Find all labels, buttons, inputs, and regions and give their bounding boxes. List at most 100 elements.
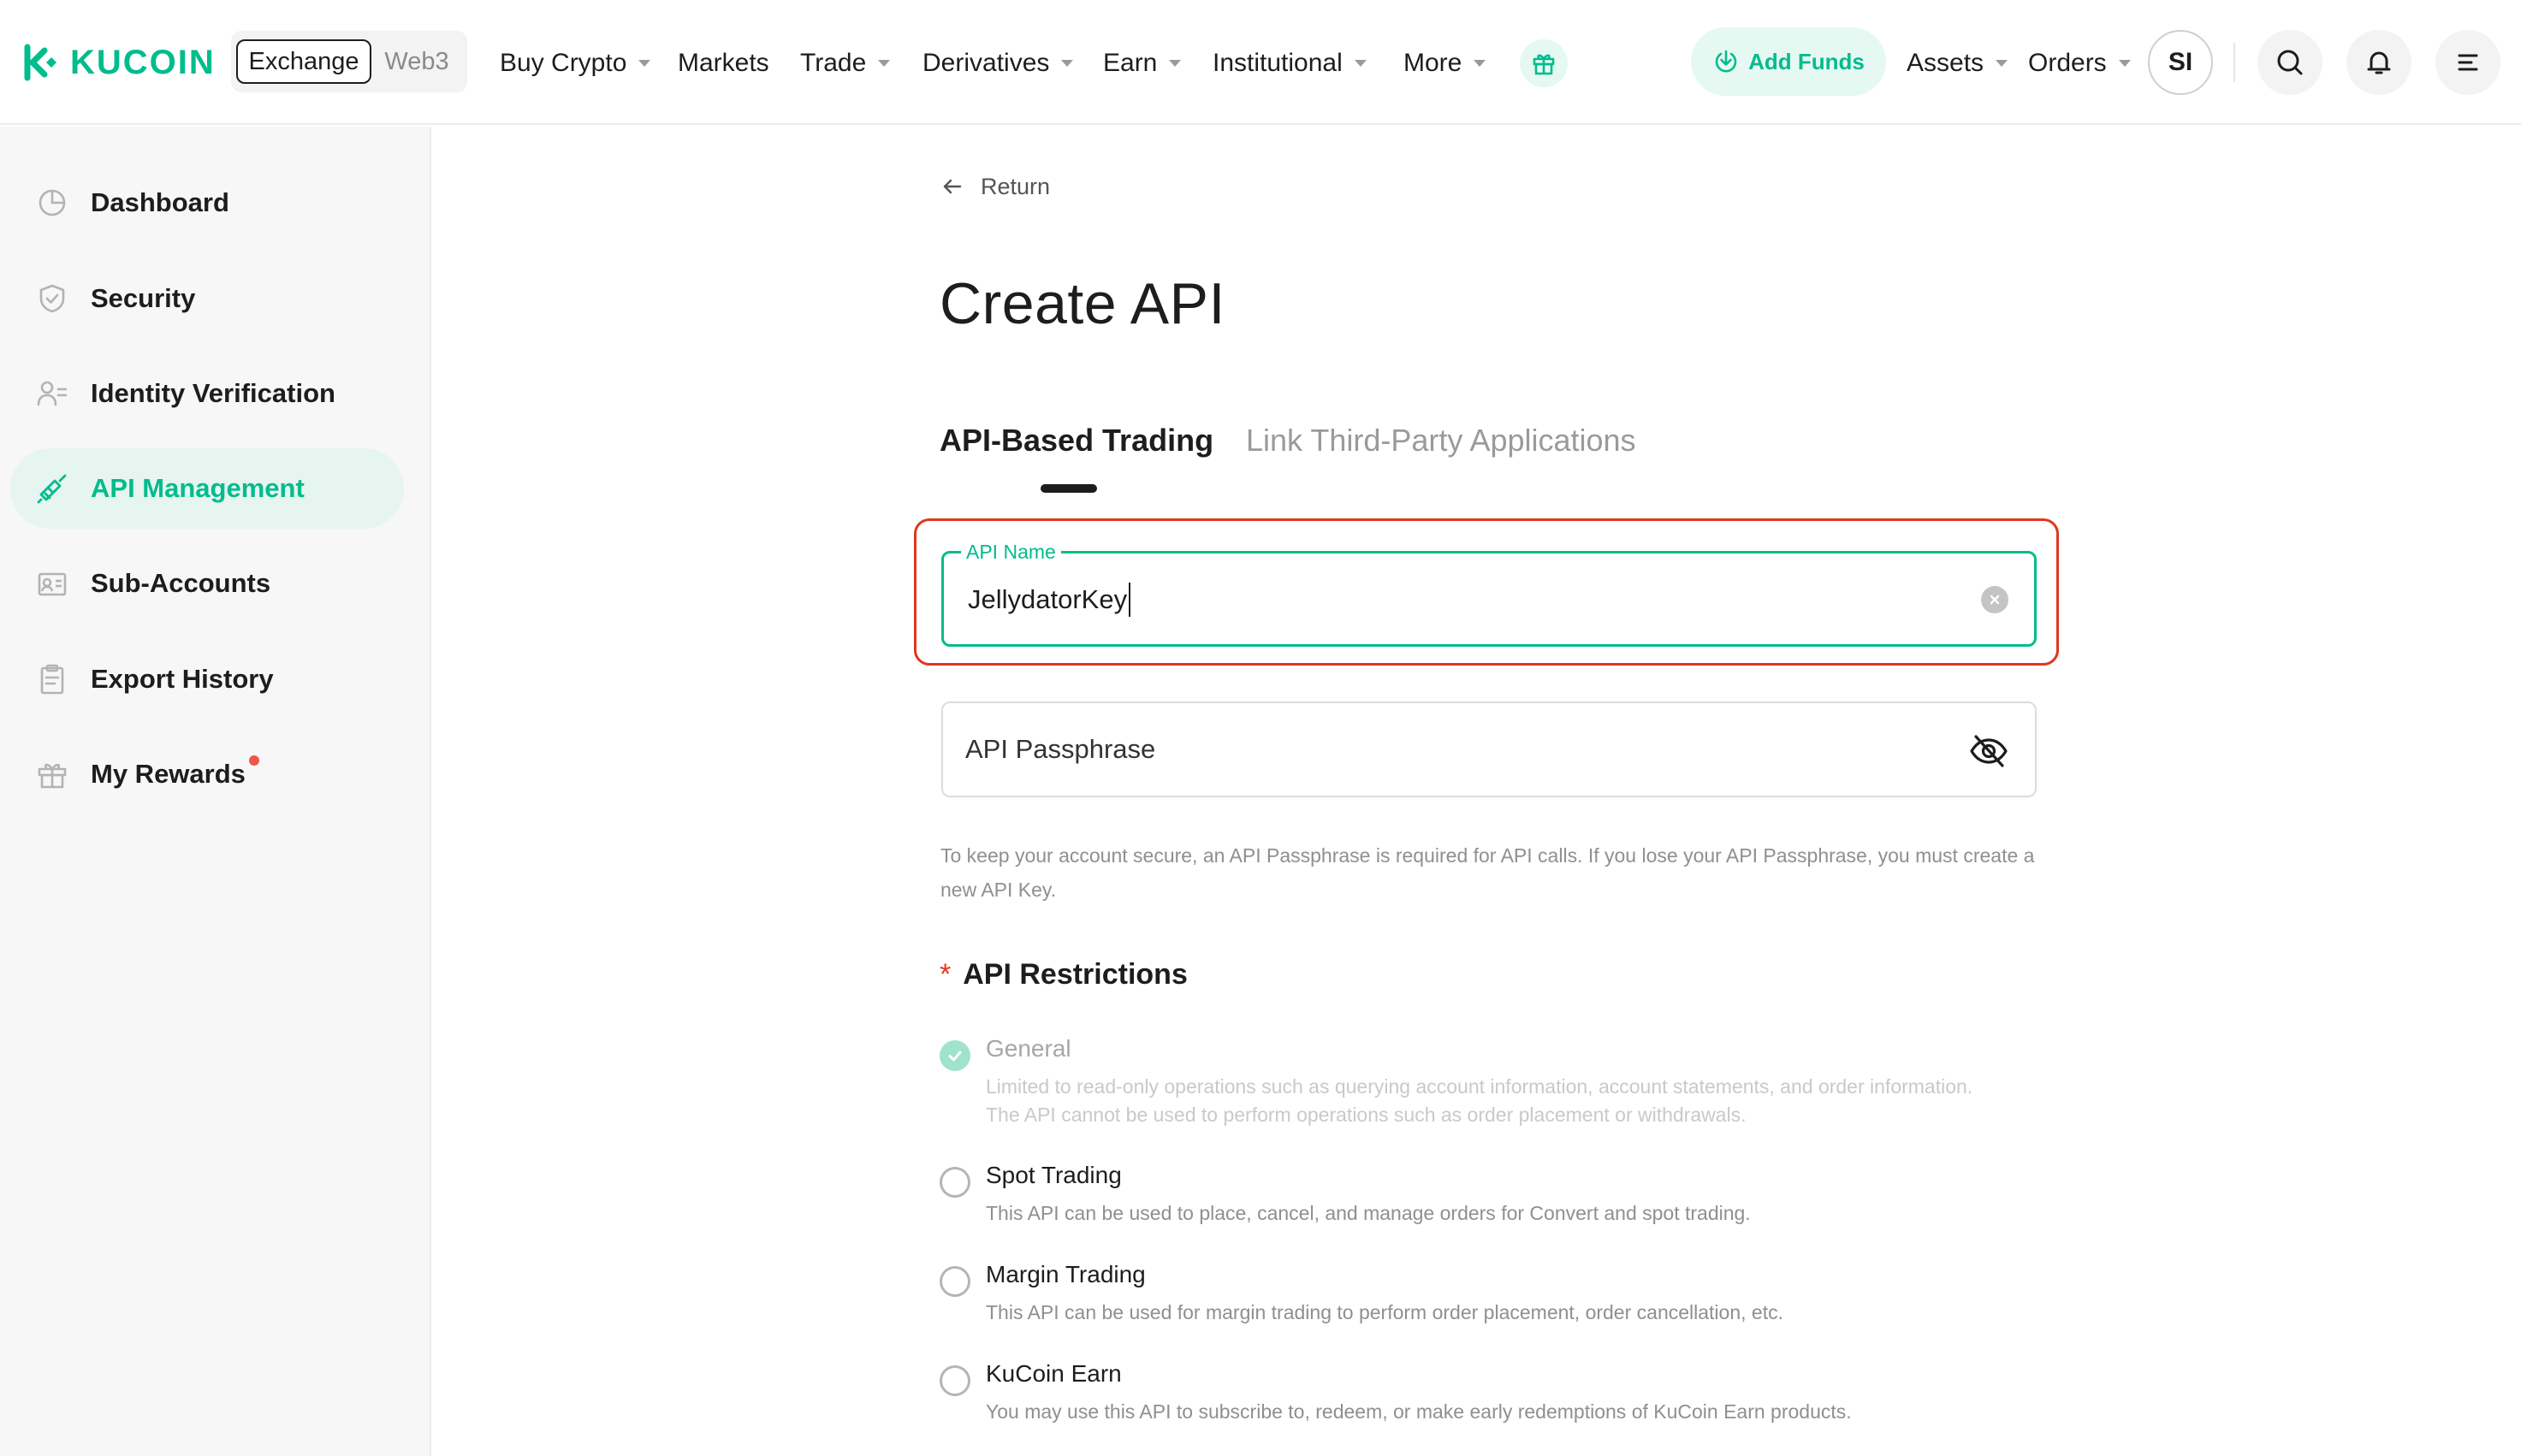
sidebar-item-my-rewards[interactable]: My Rewards — [10, 734, 404, 814]
kucoin-logo[interactable]: KUCOIN — [21, 39, 216, 86]
restriction-general-description: Limited to read-only operations such as … — [986, 1075, 1973, 1126]
top-navigation-bar: KUCOIN Exchange Web3 Buy Crypto Markets … — [0, 0, 2521, 125]
notification-dot — [248, 755, 259, 766]
tab-api-based-trading[interactable]: API-Based Trading — [940, 423, 1213, 459]
arrow-left-icon — [943, 179, 962, 194]
nav-buy-crypto[interactable]: Buy Crypto — [500, 44, 651, 82]
active-tab-indicator — [1041, 484, 1097, 493]
nav-markets[interactable]: Markets — [678, 44, 769, 82]
restriction-spot-trading-description: This API can be used to place, cancel, a… — [986, 1202, 1751, 1224]
nav-derivatives-label: Derivatives — [922, 49, 1050, 77]
api-passphrase-field[interactable]: API Passphrase — [941, 701, 2037, 797]
user-avatar[interactable]: SI — [2148, 30, 2213, 95]
rewards-gift-button[interactable] — [1520, 39, 1568, 87]
restriction-margin-trading-description: This API can be used for margin trading … — [986, 1301, 1783, 1323]
sidebar-item-label: Sub-Accounts — [91, 568, 271, 598]
sidebar-item-label: My Rewards — [91, 759, 246, 789]
nav-more[interactable]: More — [1403, 44, 1486, 82]
sidebar-item-security[interactable]: Security — [10, 258, 404, 339]
restriction-general-title: General — [986, 1035, 1071, 1062]
restriction-margin-trading-radio[interactable] — [940, 1266, 970, 1297]
sidebar-item-label: Export History — [91, 664, 274, 694]
exchange-web3-switch: Exchange Web3 — [231, 31, 467, 92]
chevron-down-icon — [1169, 60, 1182, 67]
page-title: Create API — [940, 271, 1225, 336]
eye-off-icon — [1970, 735, 2008, 767]
required-mark: * — [940, 958, 952, 991]
sidebar-item-label: Security — [91, 283, 196, 313]
menu-button[interactable] — [2435, 30, 2500, 95]
api-name-field[interactable]: API Name JellydatorKey — [941, 540, 2037, 647]
chevron-down-icon — [878, 60, 891, 67]
nav-institutional[interactable]: Institutional — [1213, 44, 1367, 82]
add-funds-button[interactable]: Add Funds — [1691, 27, 1886, 96]
nav-trade-label: Trade — [800, 49, 867, 77]
passphrase-hint: To keep your account secure, an API Pass… — [940, 844, 2035, 901]
nav-divider — [2233, 43, 2235, 82]
clipboard-icon — [36, 663, 68, 695]
nav-trade[interactable]: Trade — [800, 44, 891, 82]
account-sidebar: Dashboard Security Identity Verification… — [0, 127, 431, 1456]
nav-earn[interactable]: Earn — [1103, 44, 1182, 82]
search-button[interactable] — [2257, 30, 2322, 95]
pie-chart-icon — [36, 186, 68, 219]
restriction-kucoin-earn[interactable]: KuCoin Earn You may use this API to subs… — [940, 1360, 2052, 1429]
sidebar-item-label: Identity Verification — [91, 378, 335, 408]
chevron-down-icon — [1474, 60, 1486, 67]
add-funds-label: Add Funds — [1748, 48, 1865, 74]
sidebar-item-identity-verification[interactable]: Identity Verification — [10, 353, 404, 434]
restriction-kucoin-earn-radio[interactable] — [940, 1365, 970, 1396]
return-link[interactable]: Return — [941, 168, 1050, 205]
id-user-icon — [36, 377, 68, 410]
tab-link-third-party-applications[interactable]: Link Third-Party Applications — [1246, 423, 1636, 459]
bell-icon — [2367, 51, 2391, 74]
sidebar-item-label: Dashboard — [91, 187, 229, 217]
brand-name: KUCOIN — [70, 43, 216, 81]
chevron-down-icon — [1061, 60, 1074, 67]
text-cursor — [1129, 583, 1131, 617]
kucoin-logo-icon — [24, 44, 56, 81]
restriction-spot-trading-title: Spot Trading — [986, 1162, 1122, 1188]
restriction-general-radio — [940, 1040, 970, 1071]
api-restrictions-title: API Restrictions — [963, 958, 1188, 991]
chevron-down-icon — [1996, 60, 2008, 67]
restriction-general: General Limited to read-only operations … — [940, 1035, 2052, 1129]
chevron-down-icon — [1354, 60, 1367, 67]
mode-exchange-button[interactable]: Exchange — [236, 39, 371, 84]
api-name-value: JellydatorKey — [968, 584, 1128, 614]
menu-icon — [2458, 54, 2478, 71]
nav-earn-label: Earn — [1103, 49, 1158, 77]
sidebar-item-sub-accounts[interactable]: Sub-Accounts — [10, 543, 404, 624]
nav-derivatives[interactable]: Derivatives — [922, 44, 1074, 82]
api-name-input[interactable]: JellydatorKey — [968, 583, 1131, 617]
chevron-down-icon — [2118, 60, 2131, 67]
restriction-margin-trading-title: Margin Trading — [986, 1261, 1146, 1287]
gift-icon — [36, 758, 68, 790]
toggle-visibility-button[interactable] — [1968, 731, 2009, 772]
notifications-button[interactable] — [2346, 30, 2411, 95]
api-link-icon — [36, 472, 68, 505]
clear-input-button[interactable] — [1981, 586, 2008, 613]
shield-icon — [36, 282, 68, 315]
api-restrictions-heading: * API Restrictions — [940, 958, 1188, 991]
restriction-kucoin-earn-description: You may use this API to subscribe to, re… — [986, 1400, 1852, 1423]
restriction-spot-trading-radio[interactable] — [940, 1167, 970, 1198]
nav-orders-label: Orders — [2028, 49, 2107, 77]
sidebar-item-dashboard[interactable]: Dashboard — [10, 163, 404, 243]
nav-assets-label: Assets — [1907, 49, 1984, 77]
restriction-spot-trading[interactable]: Spot Trading This API can be used to pla… — [940, 1162, 2052, 1230]
api-name-label: API Name — [961, 540, 1061, 564]
close-icon — [1990, 595, 2000, 605]
sidebar-item-label: API Management — [91, 473, 305, 503]
restriction-margin-trading[interactable]: Margin Trading This API can be used for … — [940, 1261, 2052, 1329]
chevron-down-icon — [638, 60, 651, 67]
mode-web3-button[interactable]: Web3 — [371, 48, 462, 76]
gift-icon — [1533, 54, 1555, 75]
nav-buy-crypto-label: Buy Crypto — [500, 49, 627, 77]
sidebar-item-api-management[interactable]: API Management — [10, 448, 404, 529]
sidebar-item-export-history[interactable]: Export History — [10, 639, 404, 719]
nav-more-label: More — [1403, 49, 1462, 77]
nav-assets[interactable]: Assets — [1907, 44, 2008, 82]
nav-institutional-label: Institutional — [1213, 49, 1343, 77]
nav-orders[interactable]: Orders — [2028, 44, 2131, 82]
